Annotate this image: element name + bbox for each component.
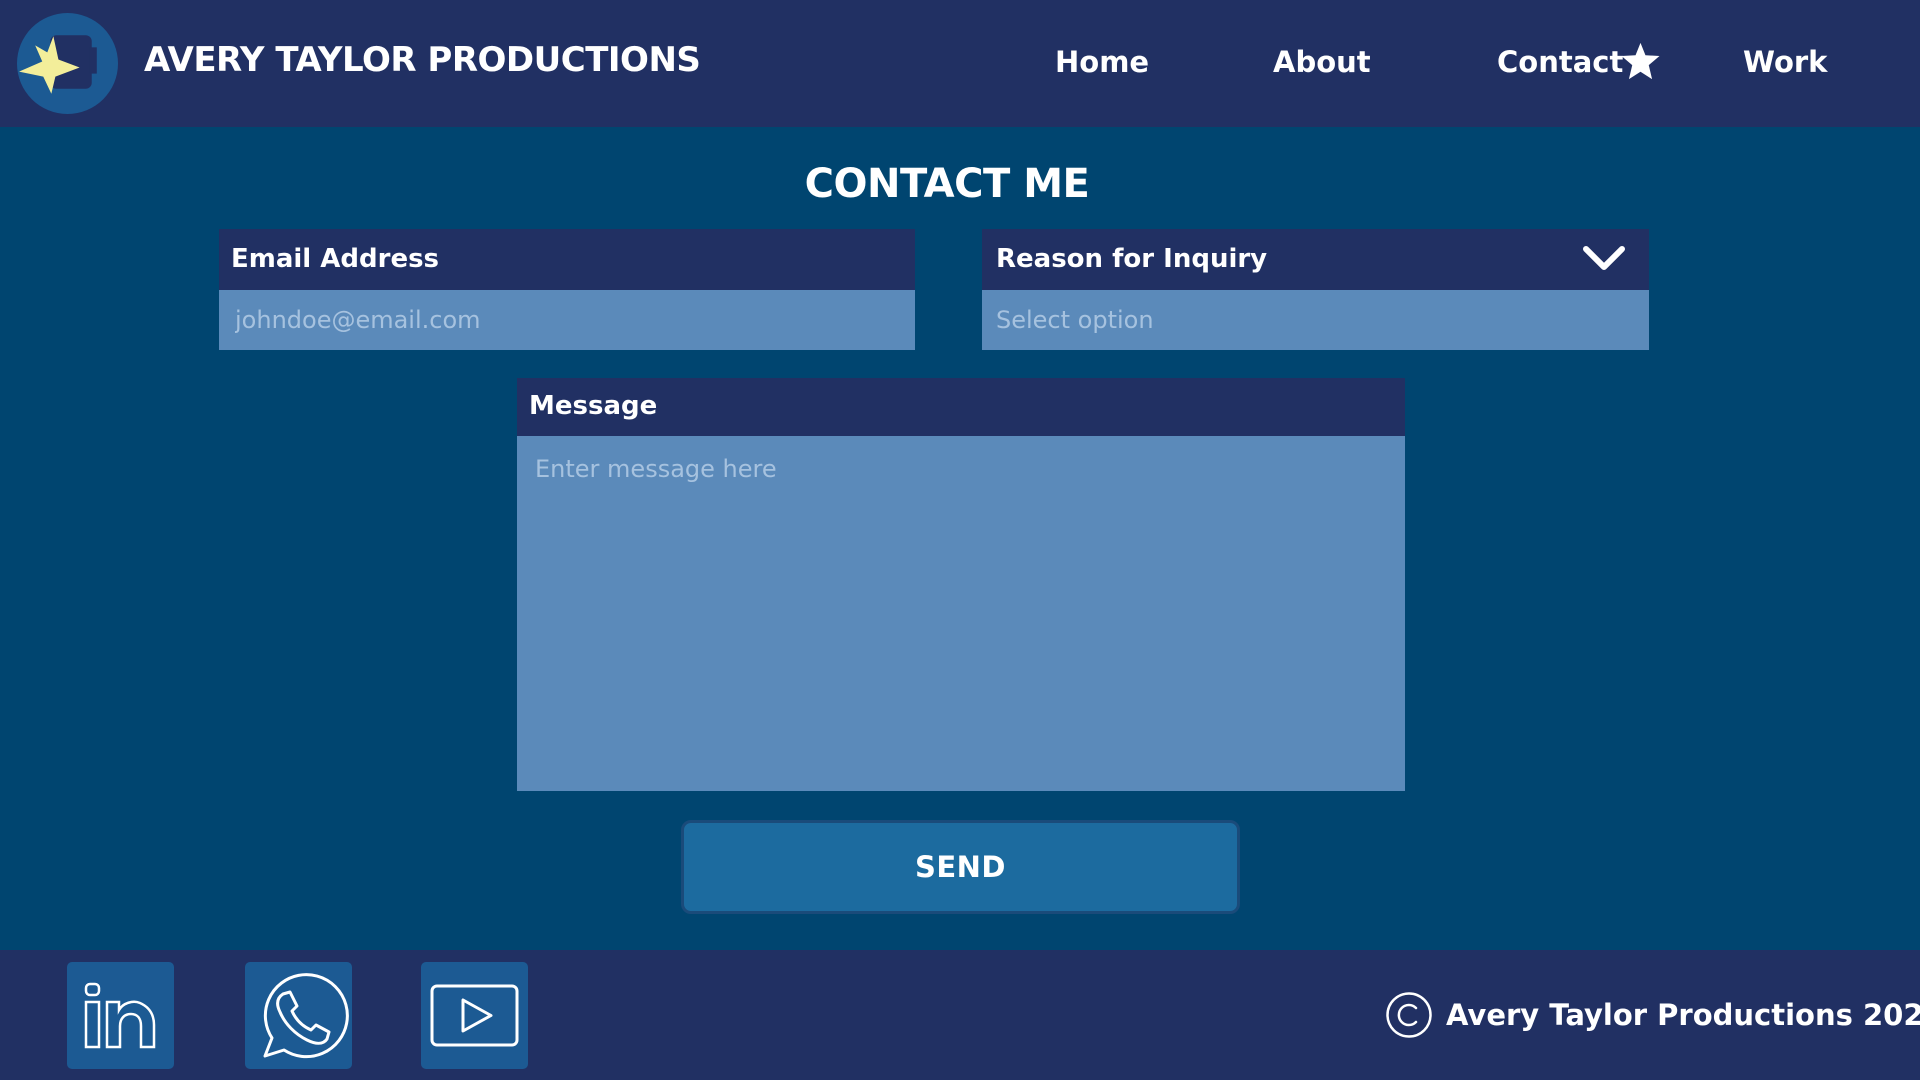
star-icon [1621, 42, 1660, 80]
nav-contact[interactable]: Contact [1497, 45, 1623, 79]
reason-label: Reason for Inquiry [982, 229, 1649, 290]
youtube-link[interactable] [421, 962, 528, 1069]
nav-about[interactable]: About [1273, 45, 1371, 79]
page-title: CONTACT ME [804, 161, 1090, 207]
chevron-down-icon[interactable] [1580, 243, 1628, 275]
message-field[interactable] [517, 436, 1405, 791]
email-field[interactable] [219, 290, 915, 350]
copyright-text: Avery Taylor Productions 2024 [1446, 998, 1920, 1032]
star-logo-icon[interactable] [17, 13, 118, 114]
linkedin-icon [84, 982, 156, 1049]
copyright-icon [1386, 992, 1432, 1038]
linkedin-link[interactable] [67, 962, 174, 1069]
youtube-icon [430, 984, 519, 1047]
email-label: Email Address [219, 229, 915, 290]
message-label: Message [517, 378, 1405, 436]
brand-title[interactable]: AVERY TAYLOR PRODUCTIONS [144, 40, 701, 80]
site-header: AVERY TAYLOR PRODUCTIONS Home About Cont… [0, 0, 1920, 127]
send-button[interactable]: SEND [681, 820, 1240, 914]
whatsapp-icon [263, 973, 349, 1059]
site-footer: Avery Taylor Productions 2024 [0, 950, 1920, 1080]
whatsapp-link[interactable] [245, 962, 352, 1069]
reason-select[interactable]: Select option [982, 290, 1649, 350]
nav-home[interactable]: Home [1055, 45, 1149, 79]
nav-work[interactable]: Work [1743, 45, 1827, 79]
